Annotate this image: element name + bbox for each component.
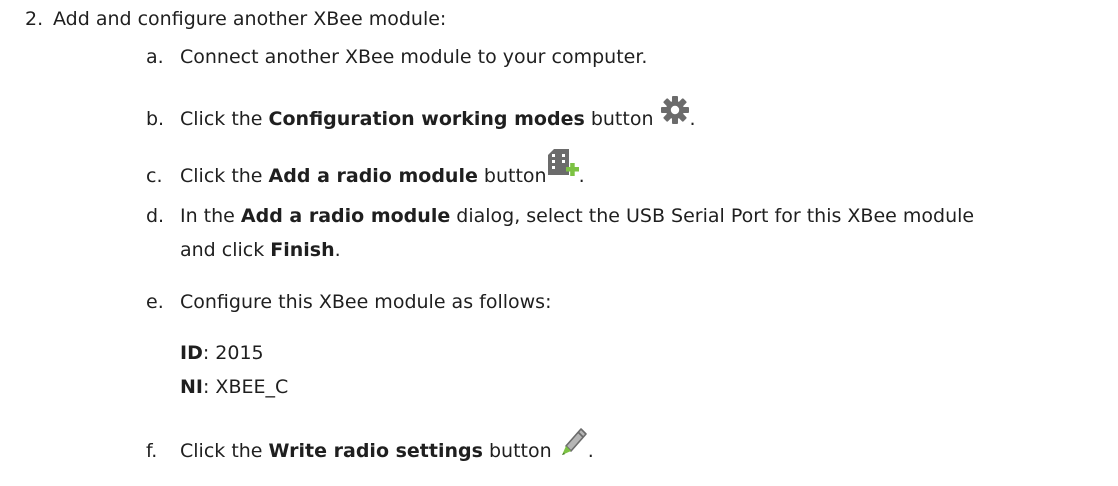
ui-term: Add a radio module xyxy=(240,205,451,227)
setting-value: : 2015 xyxy=(202,342,264,364)
substep-letter: d. xyxy=(146,205,165,227)
substep-text: Click the xyxy=(180,108,269,130)
substep-text: and click xyxy=(180,239,271,261)
substep-text: Click the xyxy=(180,165,269,187)
substep-c: c. Click the Add a radio module button . xyxy=(146,148,585,190)
substep-text: In the xyxy=(180,205,241,227)
substep-text: button xyxy=(584,108,654,130)
substep-d: d. In the Add a radio module dialog, sele… xyxy=(146,202,974,230)
setting-label: ID xyxy=(180,342,203,364)
substep-text: Configure this XBee module as follows: xyxy=(180,291,552,313)
pencil-icon xyxy=(558,425,588,465)
substep-letter: a. xyxy=(146,46,164,68)
substep-text: button xyxy=(482,440,552,462)
setting-ni: NI: XBEE_C xyxy=(180,373,288,401)
ui-term: Write radio settings xyxy=(268,440,483,462)
substep-text: Click the xyxy=(180,440,269,462)
setting-id: ID: 2015 xyxy=(180,339,264,367)
substep-letter: e. xyxy=(146,291,164,313)
gear-icon xyxy=(660,95,690,133)
substep-letter: f. xyxy=(146,440,158,462)
substep-letter: b. xyxy=(146,108,165,130)
document-page: { "step": { "number": "2.", "text": "Add… xyxy=(0,0,1118,486)
ui-term: Configuration working modes xyxy=(268,108,585,130)
substep-e: e. Configure this XBee module as follows: xyxy=(146,288,551,316)
substep-end: . xyxy=(334,239,341,261)
substep-f: f. Click the Write radio settings button … xyxy=(146,425,594,465)
substep-end: . xyxy=(587,440,594,462)
substep-end: . xyxy=(578,165,585,187)
ui-term: Add a radio module xyxy=(268,165,478,187)
setting-value: : XBEE_C xyxy=(202,376,289,398)
substep-text: button xyxy=(477,165,547,187)
substep-end: . xyxy=(689,108,696,130)
substep-b: b. Click the Configuration working modes … xyxy=(146,95,696,133)
substep-text: dialog, select the USB Serial Port for t… xyxy=(450,205,975,227)
add-radio-module-icon xyxy=(547,148,579,190)
substep-d-continuation: and click Finish. xyxy=(180,236,341,264)
substep-letter: c. xyxy=(146,165,163,187)
substep-text: Connect another XBee module to your comp… xyxy=(180,46,648,68)
step-number: 2. xyxy=(25,8,44,30)
substep-a: a. Connect another XBee module to your co… xyxy=(146,43,647,71)
step-text: Add and configure another XBee module: xyxy=(53,8,447,30)
setting-label: NI xyxy=(180,376,203,398)
step-2: 2. Add and configure another XBee module: xyxy=(25,6,446,32)
ui-term: Finish xyxy=(270,239,335,261)
